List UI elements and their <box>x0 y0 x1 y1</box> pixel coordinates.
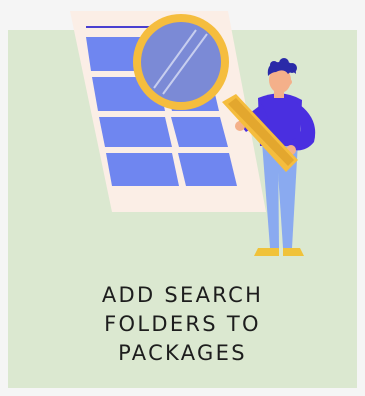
card-title-line: PACKAGES <box>118 341 247 365</box>
tutorial-card[interactable]: ADD SEARCH FOLDERS TO PACKAGES <box>0 0 365 396</box>
card-title-line: ADD SEARCH <box>101 283 264 307</box>
card-title-line: FOLDERS TO <box>104 312 261 336</box>
illustration <box>70 11 316 256</box>
card-title: ADD SEARCH FOLDERS TO PACKAGES <box>8 281 357 368</box>
